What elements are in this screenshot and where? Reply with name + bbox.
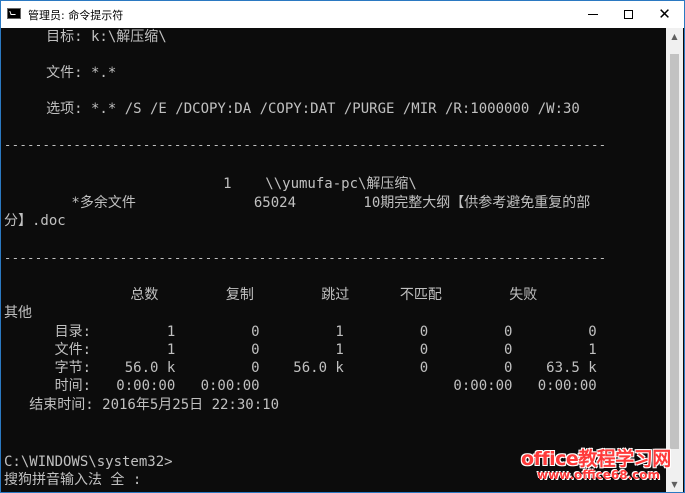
maximize-button[interactable] <box>612 1 645 28</box>
maximize-icon <box>624 10 633 19</box>
summary-header-wrap: 其他 <box>4 305 32 321</box>
close-button[interactable]: ✕ <box>648 1 681 28</box>
scroll-up-arrow-icon[interactable]: ▲ <box>666 28 683 45</box>
separator-line: ----------------------------------------… <box>4 138 607 152</box>
watermark: office教程学习网 www.office68.com <box>521 444 671 492</box>
console-output[interactable]: 目标: k:\解压缩\ 文件: *.* 选项: *.* /S /E /DCOPY… <box>2 28 668 492</box>
minimize-button[interactable] <box>576 1 609 28</box>
console-line: 文件: *.* <box>4 65 117 81</box>
ime-status-line: 搜狗拼音输入法 全 : <box>4 472 142 488</box>
console-line: *多余文件 65024 10期完整大纲【供参考避免重复的部 <box>4 195 591 211</box>
watermark-title: office教程学习网 <box>521 448 671 470</box>
summary-row-files: 文件: 1 0 1 0 0 1 <box>4 342 597 358</box>
summary-row-dirs: 目录: 1 0 1 0 0 0 <box>4 324 597 340</box>
console-line: 目标: k:\解压缩\ <box>4 29 167 45</box>
console-icon[interactable] <box>7 8 21 19</box>
summary-row-bytes: 字节: 56.0 k 0 56.0 k 0 0 63.5 k <box>4 360 597 376</box>
watermark-url: www.office68.com <box>537 468 661 482</box>
minimize-icon <box>587 14 598 15</box>
vertical-scrollbar[interactable]: ▲ ▼ <box>666 28 683 492</box>
summary-header: 总数 复制 跳过 不匹配 失败 <box>4 287 538 303</box>
end-time-line: 结束时间: 2016年5月25日 22:30:10 <box>4 397 280 413</box>
separator-line: ----------------------------------------… <box>4 251 607 265</box>
summary-row-times: 时间: 0:00:00 0:00:00 0:00:00 0:00:00 <box>4 378 597 394</box>
console-line: 选项: *.* /S /E /DCOPY:DA /COPY:DAT /PURGE… <box>4 101 580 117</box>
window-title: 管理员: 命令提示符 <box>28 9 124 22</box>
console-line: 1 \\yumufa-pc\解压缩\ <box>4 176 417 192</box>
title-bar[interactable]: 管理员: 命令提示符 ✕ <box>1 1 684 28</box>
command-prompt-line[interactable]: C:\WINDOWS\system32> <box>4 453 173 471</box>
scroll-thumb[interactable] <box>670 54 679 449</box>
console-line: 分】.doc <box>4 213 66 229</box>
command-prompt-window: 管理员: 命令提示符 ✕ 目标: k:\解压缩\ 文件: *.* 选项: *.*… <box>0 0 685 493</box>
close-icon: ✕ <box>658 5 671 23</box>
